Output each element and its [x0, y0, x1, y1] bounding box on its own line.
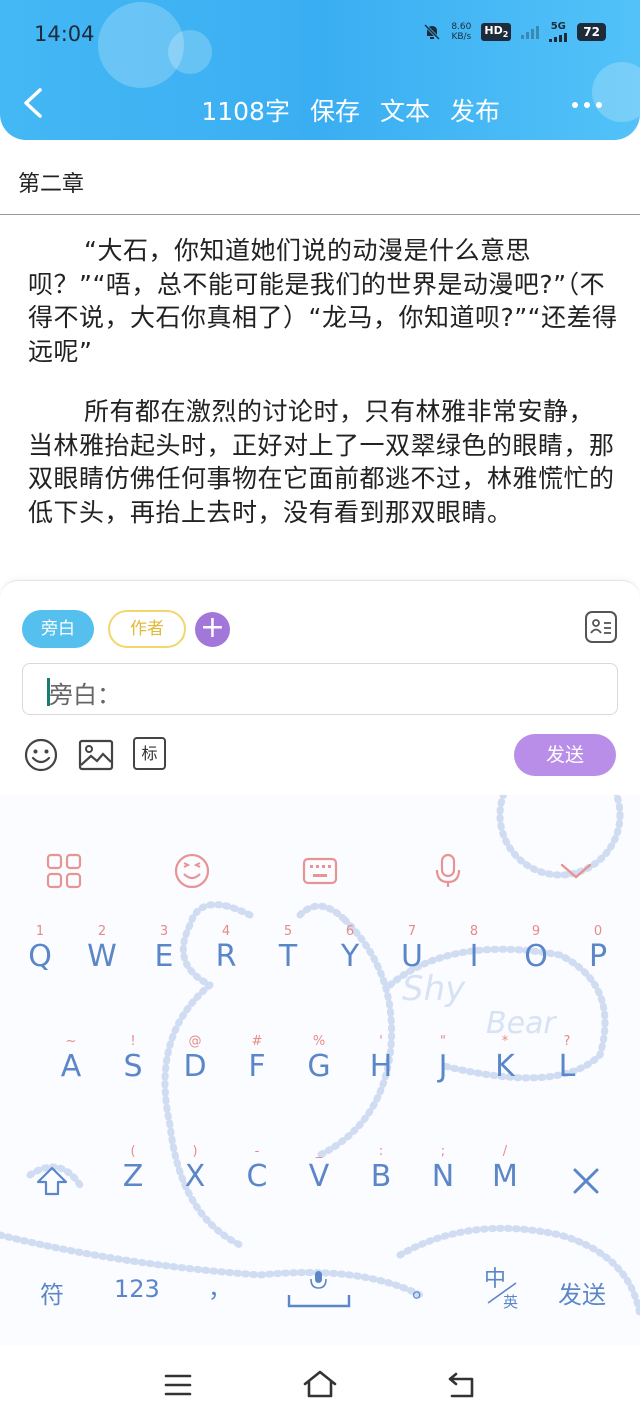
key-d[interactable]: @ D [163, 1035, 227, 1084]
status-icons: 8.60 KB/s HD2 5G 72 [423, 22, 606, 42]
net-speed: 8.60 KB/s [451, 22, 472, 42]
decor-bubble [592, 62, 640, 122]
system-navigation-bar [0, 1345, 640, 1423]
app-header: 14:04 8.60 KB/s HD2 5G 72 1108字 保存 文本 发布 [0, 0, 640, 140]
key-m[interactable]: / M [473, 1145, 537, 1194]
shift-icon[interactable] [36, 1166, 68, 1196]
key-w[interactable]: 2W [70, 925, 134, 974]
role-chip-author[interactable]: 作者 [108, 610, 186, 648]
key-n[interactable]: ; N [411, 1145, 475, 1194]
key-x[interactable]: ) X [163, 1145, 227, 1194]
key-b[interactable]: :B [349, 1145, 413, 1194]
back-nav-icon[interactable] [446, 1371, 478, 1399]
message-input[interactable]: 旁白： [22, 663, 618, 715]
key-c[interactable]: -C [225, 1145, 289, 1194]
back-arrow-icon[interactable] [22, 88, 44, 118]
chapter-title[interactable]: 第二章 [18, 166, 84, 198]
key-q[interactable]: 1Q [8, 925, 72, 974]
key-a[interactable]: ~ A [39, 1035, 103, 1084]
key-s[interactable]: ! S [101, 1035, 165, 1084]
divider [0, 214, 640, 215]
status-time: 14:04 [34, 22, 95, 46]
key-h[interactable]: ' H [349, 1035, 413, 1084]
battery-icon: 72 [577, 23, 606, 41]
add-role-button[interactable]: + [195, 612, 230, 647]
key-r[interactable]: 4R [194, 925, 258, 974]
key-g[interactable]: % G [287, 1035, 351, 1084]
emoji-keyboard-icon[interactable] [174, 853, 210, 889]
story-paragraph[interactable]: 所有都在激烈的讨论时，只有林雅非常安静，当林雅抬起头时，正好对上了一双翠绿色的眼… [28, 395, 618, 529]
space-key[interactable] [286, 1269, 352, 1309]
save-button[interactable]: 保存 [310, 92, 360, 128]
menu-icon[interactable] [164, 1373, 192, 1397]
collapse-keyboard-icon[interactable] [558, 853, 594, 889]
decor-bubble [168, 30, 212, 74]
backspace-icon[interactable] [572, 1167, 600, 1195]
key-e[interactable]: 3E [132, 925, 196, 974]
role-chip-narration[interactable]: 旁白 [22, 610, 94, 648]
story-paragraph[interactable]: “大石，你知道她们说的动漫是什么意思呗？”“唔，总不能可能是我们的世界是动漫吧?… [28, 234, 618, 368]
contact-card-icon[interactable] [585, 611, 617, 643]
keyboard-send-key[interactable]: 发送 [558, 1275, 606, 1310]
toolbar-actions: 1108字 保存 文本 发布 [201, 92, 500, 128]
comma-key[interactable]: ， [208, 1269, 232, 1304]
decor-text: Shy [402, 969, 466, 1009]
signal-icon-5g: 5G [549, 22, 568, 42]
keyboard: Shy Bear 1Q 2W 3E 4R 5T 6Y 7U 8I 9O 0P ~… [0, 795, 640, 1345]
language-switch-key[interactable]: 中 英 [484, 1261, 526, 1311]
word-count: 1108字 [201, 97, 290, 126]
key-p[interactable]: 0P [566, 925, 630, 974]
mute-bell-icon [424, 23, 441, 41]
emoji-icon[interactable] [23, 737, 59, 773]
more-options-icon[interactable] [572, 102, 602, 108]
home-icon[interactable] [302, 1369, 338, 1399]
key-f[interactable]: # F [225, 1035, 289, 1084]
numbers-key[interactable]: 123 [114, 1275, 160, 1303]
hd-badge: HD2 [481, 23, 512, 41]
image-icon[interactable] [78, 737, 114, 773]
key-o[interactable]: 9O [504, 925, 568, 974]
input-placeholder: 旁白： [49, 681, 121, 709]
text-button[interactable]: 文本 [380, 92, 430, 128]
microphone-icon[interactable] [430, 853, 466, 889]
tag-button[interactable]: 标 [133, 737, 166, 770]
key-t[interactable]: 5T [256, 925, 320, 974]
period-key[interactable]: 。 [412, 1269, 436, 1304]
publish-button[interactable]: 发布 [450, 92, 500, 128]
key-j[interactable]: " J [411, 1035, 475, 1084]
key-z[interactable]: (Z [101, 1145, 165, 1194]
symbols-key[interactable]: 符 [40, 1275, 64, 1310]
keyboard-switch-icon[interactable] [302, 853, 338, 889]
apps-grid-icon[interactable] [46, 853, 82, 889]
send-button[interactable]: 发送 [514, 734, 616, 776]
message-composer: 旁白 作者 + 旁白： 标 发送 [0, 580, 640, 796]
key-y[interactable]: 6Y [318, 925, 382, 974]
key-u[interactable]: 7U [380, 925, 444, 974]
key-k[interactable]: * K [473, 1035, 537, 1084]
key-v[interactable]: _ V [287, 1145, 351, 1194]
signal-icon-secondary [521, 25, 540, 39]
key-i[interactable]: 8I [442, 925, 506, 974]
key-l[interactable]: ? L [535, 1035, 599, 1084]
